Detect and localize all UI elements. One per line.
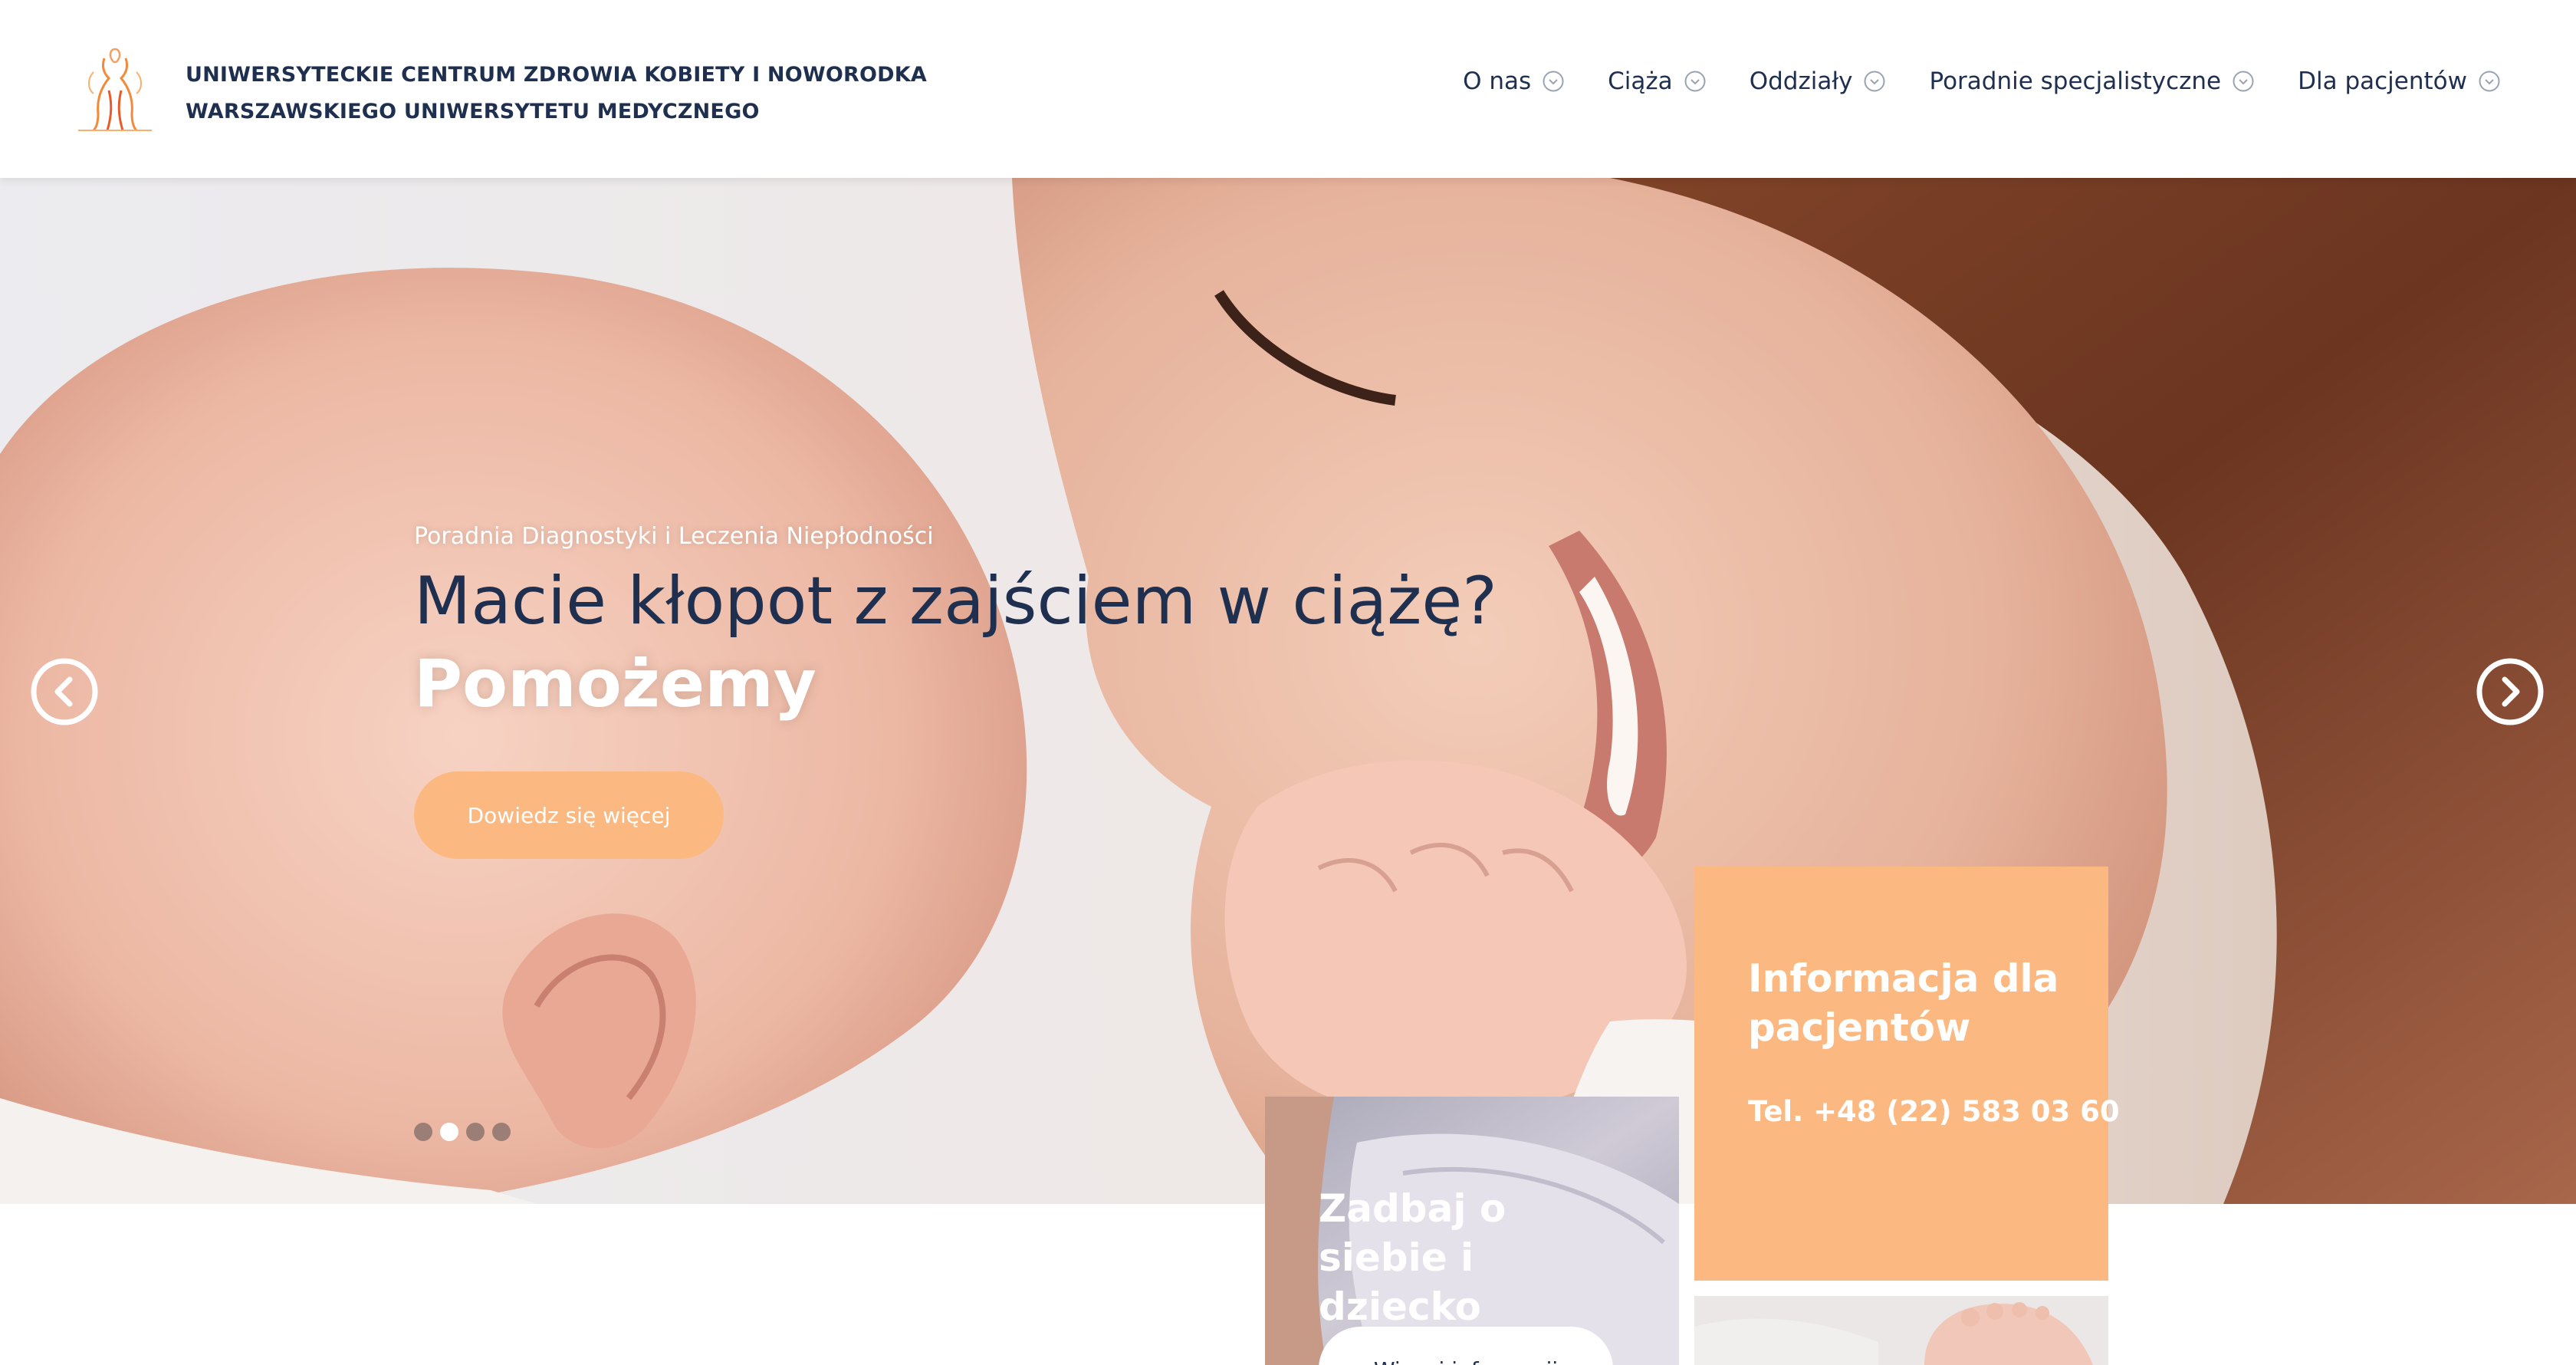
baby-feet-card[interactable]: [1694, 1296, 2108, 1365]
nav-item-label: Oddziały: [1749, 67, 1853, 95]
chevron-down-icon: [2479, 71, 2500, 92]
slider-dots: [414, 1123, 511, 1141]
nav-item-o-nas[interactable]: O nas: [1463, 67, 1565, 95]
patient-info-card[interactable]: Informacja dla pacjentów Tel. +48 (22) 5…: [1694, 867, 2120, 1281]
nav-item-oddzialy[interactable]: Oddziały: [1750, 67, 1887, 95]
patient-info-title: Informacja dla pacjentów: [1748, 956, 2059, 1050]
nav-item-dla-pacjentow[interactable]: Dla pacjentów: [2298, 67, 2501, 95]
hero-slider: Poradnia Diagnostyki i Leczenia Niepłodn…: [0, 178, 2576, 1204]
hero-photo: [0, 178, 2576, 1204]
care-card[interactable]: Zadbaj o siebie i dziecko Więcej informa…: [1265, 1097, 1679, 1365]
hero-title-highlight: Pomożemy: [414, 646, 816, 722]
hero-subtitle: Poradnia Diagnostyki i Leczenia Niepłodn…: [414, 523, 934, 550]
nav-item-poradnie[interactable]: Poradnie specjalistyczne: [1929, 67, 2255, 95]
main-nav: O nas Ciąża Oddziały Poradnie specjalist…: [1463, 67, 2501, 95]
site-title-line1: UNIWERSYTECKIE CENTRUM ZDROWIA KOBIETY I…: [186, 63, 927, 87]
nav-item-label: Dla pacjentów: [2298, 67, 2467, 95]
slider-dot[interactable]: [492, 1123, 511, 1141]
patient-info-phone[interactable]: Tel. +48 (22) 583 03 60: [1748, 1095, 2120, 1128]
baby-feet-photo: [1694, 1296, 2108, 1365]
site-header: UNIWERSYTECKIE CENTRUM ZDROWIA KOBIETY I…: [0, 0, 2576, 178]
chevron-down-icon: [1864, 71, 1885, 92]
more-info-button[interactable]: Więcej informacji: [1319, 1327, 1613, 1365]
nav-item-label: Poradnie specjalistyczne: [1929, 67, 2222, 95]
arrow-left-icon[interactable]: [29, 656, 100, 727]
site-title[interactable]: UNIWERSYTECKIE CENTRUM ZDROWIA KOBIETY I…: [186, 57, 927, 130]
slider-dot[interactable]: [466, 1123, 485, 1141]
nav-item-label: O nas: [1463, 67, 1532, 95]
slider-dot-active[interactable]: [440, 1123, 458, 1141]
chevron-down-icon: [1543, 71, 1564, 92]
nav-item-label: Ciąża: [1608, 67, 1673, 95]
site-title-line2: WARSZAWSKIEGO UNIWERSYTETU MEDYCZNEGO: [186, 100, 760, 123]
arrow-right-icon[interactable]: [2475, 656, 2545, 727]
chevron-down-icon: [2233, 71, 2254, 92]
hero-title: Macie kłopot z zajściem w ciążę?: [414, 563, 1497, 640]
nav-item-ciaza[interactable]: Ciąża: [1608, 67, 1707, 95]
care-card-title: Zadbaj o siebie i dziecko: [1319, 1186, 1506, 1329]
slider-dot[interactable]: [414, 1123, 432, 1141]
learn-more-button[interactable]: Dowiedz się więcej: [414, 771, 724, 859]
chevron-down-icon: [1684, 71, 1706, 92]
logo-icon[interactable]: [71, 44, 159, 133]
